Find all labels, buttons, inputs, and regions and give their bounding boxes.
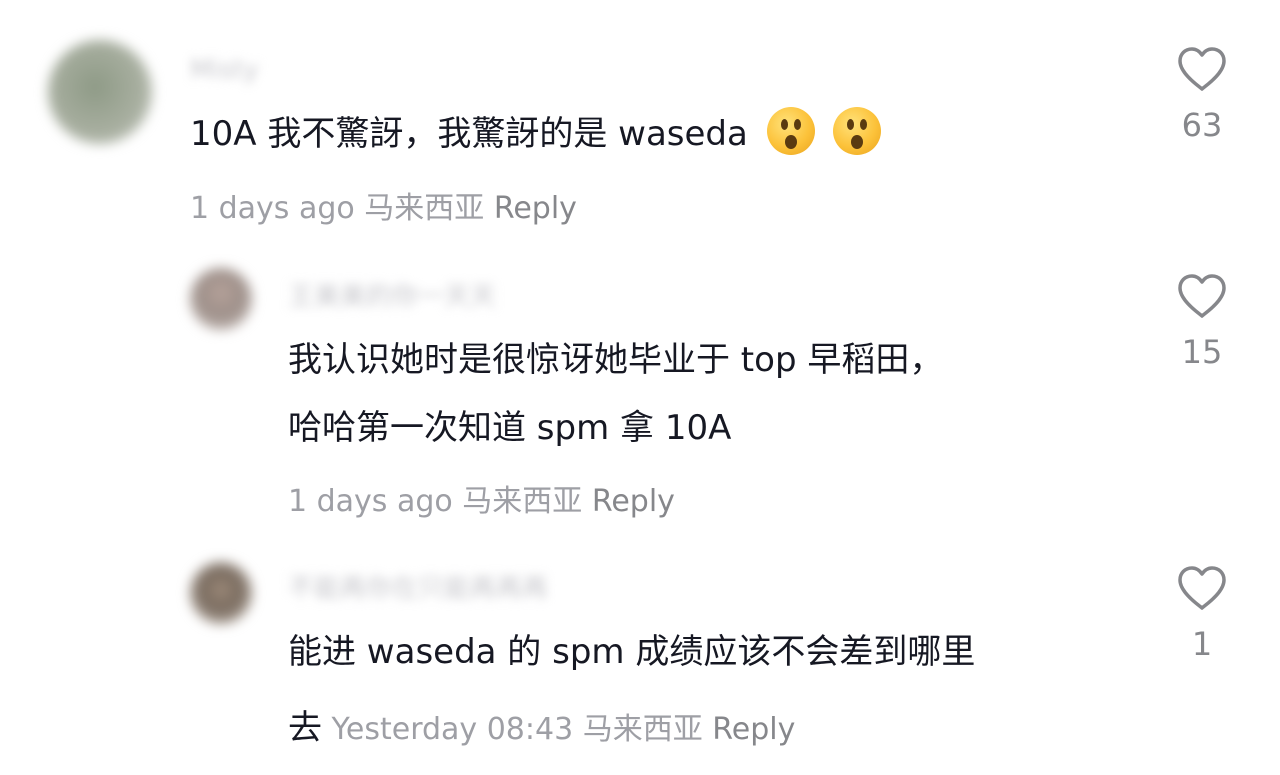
username[interactable]: Misty bbox=[190, 55, 259, 85]
comment-meta: 1 days ago 马来西亚 Reply bbox=[288, 476, 675, 520]
comment-text: 我认识她时是很惊讶她毕业于 top 早稻田， 哈哈第一次知道 spm 拿 10A bbox=[288, 326, 943, 462]
avatar[interactable] bbox=[48, 40, 152, 144]
comment-text: 能进 waseda 的 spm 成绩应该不会差到哪里 bbox=[288, 618, 975, 686]
like-button[interactable]: 63 bbox=[1167, 46, 1237, 144]
astonished-face-emoji bbox=[833, 107, 882, 155]
like-count: 1 bbox=[1191, 625, 1213, 663]
comment-text-line: 我认识她时是很惊讶她毕业于 top 早稻田， bbox=[288, 340, 944, 380]
reply-button[interactable]: Reply bbox=[494, 191, 577, 226]
comment-text-line: 哈哈第一次知道 spm 拿 10A bbox=[288, 408, 732, 448]
heart-outline-icon bbox=[1178, 274, 1226, 318]
reply-button[interactable]: Reply bbox=[712, 712, 795, 747]
timestamp-location: 1 days ago 马来西亚 bbox=[190, 191, 485, 226]
timestamp-location: 1 days ago 马来西亚 bbox=[288, 484, 583, 519]
comment-text: 10A 我不驚訝，我驚訝的是 waseda bbox=[190, 100, 882, 168]
like-button[interactable]: 15 bbox=[1167, 273, 1237, 371]
comment-text-line: 去 bbox=[288, 708, 322, 748]
avatar[interactable] bbox=[190, 268, 252, 330]
comment-text-content: 10A 我不驚訝，我驚訝的是 waseda bbox=[190, 114, 748, 154]
avatar[interactable] bbox=[190, 562, 252, 624]
like-count: 63 bbox=[1181, 106, 1223, 144]
username[interactable]: 王美美的你一天天 bbox=[288, 276, 496, 313]
comment-meta: 去 Yesterday 08:43 马来西亚 Reply bbox=[288, 700, 795, 749]
heart-outline-icon bbox=[1178, 47, 1226, 91]
reply-button[interactable]: Reply bbox=[592, 484, 675, 519]
timestamp-location: Yesterday 08:43 马来西亚 bbox=[331, 712, 703, 747]
heart-outline-icon bbox=[1178, 566, 1226, 610]
comment-text-line: 能进 waseda 的 spm 成绩应该不会差到哪里 bbox=[288, 632, 976, 672]
like-button[interactable]: 1 bbox=[1167, 565, 1237, 663]
astonished-face-emoji bbox=[766, 107, 815, 155]
username[interactable]: 不能再你在只能再再再 bbox=[288, 568, 548, 605]
comment-meta: 1 days ago 马来西亚 Reply bbox=[190, 183, 577, 227]
like-count: 15 bbox=[1181, 333, 1223, 371]
